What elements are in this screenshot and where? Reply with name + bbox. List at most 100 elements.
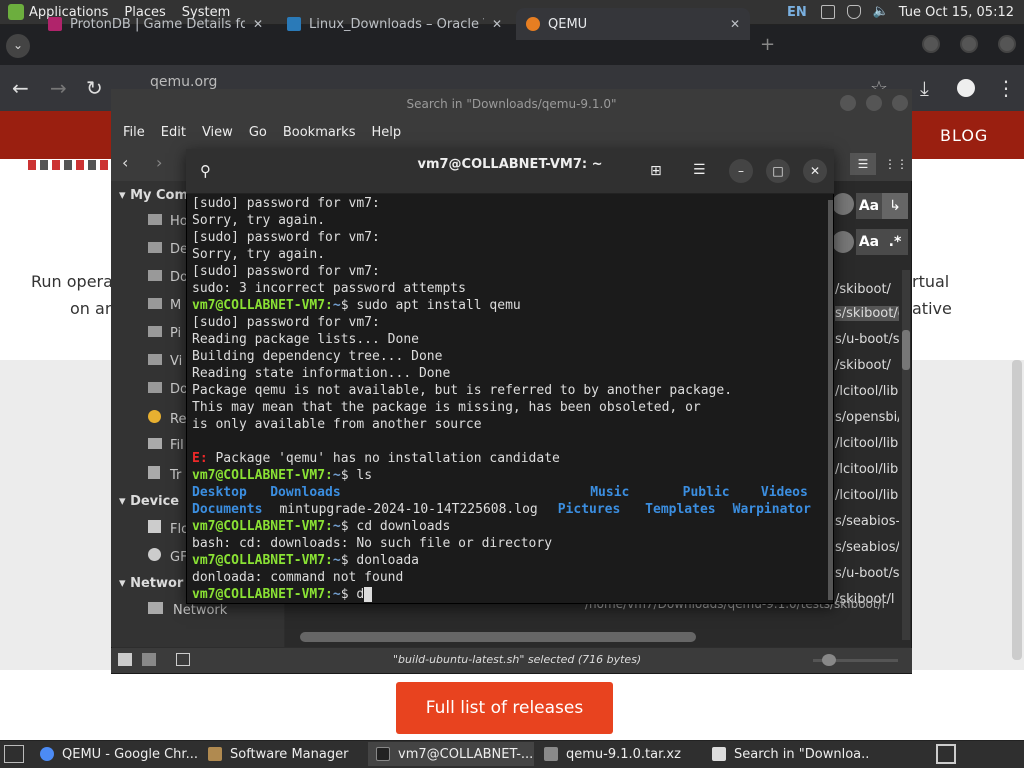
menu-help[interactable]: Help: [365, 125, 407, 140]
terminal-close-button[interactable]: ✕: [803, 159, 827, 183]
result-path[interactable]: /skiboot/: [835, 358, 899, 373]
sidebar-header-network[interactable]: ▾ Networ: [119, 576, 183, 591]
menu-bookmarks[interactable]: Bookmarks: [277, 125, 362, 140]
tab-qemu[interactable]: QEMU ✕: [516, 8, 750, 40]
search-content-icon[interactable]: [832, 231, 854, 253]
terminal-line: is only available from another source: [192, 416, 832, 433]
chrome-icon: [40, 747, 54, 761]
new-tab-icon[interactable]: ⊞: [650, 163, 662, 179]
search-subfolders-icon[interactable]: ↳: [882, 193, 908, 219]
taskbar-item-archive[interactable]: qemu-9.1.0.tar.xz: [536, 742, 702, 766]
tab-protondb[interactable]: ProtonDB | Game Details for ✕: [38, 8, 273, 40]
fm-minimize-button[interactable]: [840, 95, 856, 111]
result-path[interactable]: s/u-boot/s: [835, 332, 899, 347]
taskbar-item-terminal[interactable]: vm7@COLLABNET-...: [368, 742, 534, 766]
tree-pane-icon[interactable]: [142, 653, 156, 666]
new-tab-plus-icon[interactable]: +: [760, 34, 775, 55]
taskbar-item-chrome[interactable]: QEMU - Google Chr...: [32, 742, 198, 766]
sidebar-item-trash[interactable]: Tr: [148, 466, 181, 483]
terminal-output[interactable]: [sudo] password for vm7: Sorry, try again…: [192, 195, 832, 603]
sidebar-header-devices[interactable]: ▾ Device: [119, 494, 179, 509]
results-horizontal-scrollbar[interactable]: [300, 632, 696, 642]
taskbar-item-software-manager[interactable]: Software Manager: [200, 742, 366, 766]
result-path[interactable]: /lcitool/lib: [835, 462, 899, 477]
sidebar-item-music[interactable]: M: [148, 298, 181, 313]
sidebar-item-desktop[interactable]: De: [148, 242, 188, 257]
tab-search-chevron-icon[interactable]: ⌄: [6, 34, 30, 58]
search-location-icon[interactable]: [832, 193, 854, 215]
fm-back-icon[interactable]: ‹: [122, 153, 128, 172]
fm-close-button[interactable]: [892, 95, 908, 111]
hide-sidebar-icon[interactable]: [176, 653, 190, 666]
content-case-toggle[interactable]: Aa: [856, 229, 882, 255]
sidebar-item-pictures[interactable]: Pi: [148, 326, 181, 341]
result-path-selected[interactable]: s/skiboot/c: [835, 306, 899, 321]
taskbar-label: QEMU - Google Chr...: [62, 746, 198, 762]
menu-view[interactable]: View: [196, 125, 239, 140]
case-sensitive-toggle[interactable]: Aa: [856, 193, 882, 219]
sidebar-item-floppy[interactable]: Flo: [148, 520, 189, 537]
tab-linux-downloads[interactable]: Linux_Downloads – Oracle V ✕: [277, 8, 512, 40]
fm-forward-icon[interactable]: ›: [156, 153, 162, 172]
sidebar-item-recent[interactable]: Re: [148, 410, 186, 427]
show-desktop-icon[interactable]: [4, 745, 24, 763]
back-arrow-icon[interactable]: ←: [12, 76, 29, 100]
minimize-window-button[interactable]: [922, 35, 940, 53]
network-icon[interactable]: [820, 5, 835, 19]
result-path[interactable]: /skiboot/: [835, 282, 899, 297]
forward-arrow-icon[interactable]: →: [50, 76, 67, 100]
close-window-button[interactable]: [998, 35, 1016, 53]
zoom-slider-handle[interactable]: [822, 654, 836, 666]
output-text: [sudo] password for vm7:: [192, 315, 380, 330]
profile-avatar-icon[interactable]: [957, 79, 975, 97]
page-scrollbar[interactable]: [1012, 360, 1022, 660]
close-tab-icon[interactable]: ✕: [253, 17, 263, 31]
places-pane-icon[interactable]: [118, 653, 132, 666]
terminal-maximize-button[interactable]: □: [766, 159, 790, 183]
regex-toggle[interactable]: .*: [882, 229, 908, 255]
terminal-scrollbar[interactable]: [828, 200, 833, 600]
download-icon[interactable]: ⤓: [920, 76, 929, 100]
result-path[interactable]: /lcitool/lib: [835, 384, 899, 399]
result-path[interactable]: s/opensbi/: [835, 410, 899, 425]
taskbar-item-file-search[interactable]: Search in "Downloa...: [704, 742, 870, 766]
reload-icon[interactable]: ↻: [86, 76, 103, 100]
menu-kebab-icon[interactable]: ⋮: [996, 76, 1016, 100]
workspace-switcher-icon[interactable]: [936, 744, 956, 764]
sidebar-item-downloads[interactable]: Do: [148, 382, 188, 397]
result-path[interactable]: s/seabios/s: [835, 540, 899, 555]
result-path[interactable]: /lcitool/lib: [835, 436, 899, 451]
menu-go[interactable]: Go: [243, 125, 273, 140]
sidebar-item-videos[interactable]: Vi: [148, 354, 182, 369]
list-view-icon[interactable]: ☰: [850, 153, 876, 175]
results-scroll-thumb[interactable]: [902, 330, 910, 370]
results-vertical-scrollbar[interactable]: [902, 270, 910, 640]
full-list-of-releases-button[interactable]: Full list of releases: [396, 682, 613, 734]
taskbar-label: Search in "Downloa...: [734, 746, 870, 762]
menu-edit[interactable]: Edit: [155, 125, 192, 140]
terminal-minimize-button[interactable]: –: [729, 159, 753, 183]
shield-icon[interactable]: [846, 5, 861, 19]
clock[interactable]: Tue Oct 15, 05:12: [899, 5, 1014, 20]
sidebar-item-documents[interactable]: Do: [148, 270, 188, 285]
sidebar-item-filesystem[interactable]: Fil: [148, 438, 184, 453]
sidebar-item-network[interactable]: Network: [148, 602, 227, 618]
result-path[interactable]: s/u-boot/s: [835, 566, 899, 581]
grid-view-icon[interactable]: ⋮⋮: [884, 153, 908, 175]
maximize-window-button[interactable]: [960, 35, 978, 53]
sidebar-header-my-computer[interactable]: ▾ My Com: [119, 188, 188, 203]
sidebar-item-home[interactable]: Ho: [148, 214, 188, 229]
sidebar-item-optical[interactable]: GF: [148, 548, 188, 565]
result-path[interactable]: s/seabios-h: [835, 514, 899, 529]
hamburger-menu-icon[interactable]: ☰: [693, 162, 706, 178]
keyboard-layout-indicator[interactable]: EN: [787, 5, 807, 20]
address-bar[interactable]: qemu.org: [150, 74, 850, 90]
fm-maximize-button[interactable]: [866, 95, 882, 111]
menu-file[interactable]: File: [117, 125, 151, 140]
close-tab-icon[interactable]: ✕: [492, 17, 502, 31]
ls-entry: Videos: [760, 485, 808, 500]
volume-icon[interactable]: 🔈: [873, 5, 889, 19]
blog-link[interactable]: BLOG: [940, 126, 988, 145]
result-path[interactable]: /lcitool/lib: [835, 488, 899, 503]
close-tab-icon[interactable]: ✕: [730, 17, 740, 31]
